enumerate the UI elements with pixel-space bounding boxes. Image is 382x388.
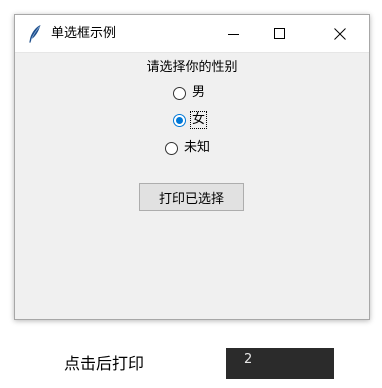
minimize-button[interactable]	[211, 15, 257, 52]
window-title: 单选框示例	[51, 26, 117, 41]
feather-icon	[29, 25, 41, 43]
radio-button[interactable]	[165, 141, 178, 155]
radio-option-female[interactable]: 女	[173, 111, 208, 129]
title-bar[interactable]: 单选框示例	[15, 15, 369, 53]
close-icon	[334, 27, 346, 40]
radio-option-unknown[interactable]: 未知	[165, 139, 212, 157]
minimize-icon	[228, 33, 239, 35]
output-value: 2	[244, 352, 253, 367]
caption-text: 点击后打印	[64, 354, 145, 373]
app-window: 单选框示例 请选择你的性别 男 女 未知 打印已选择	[14, 14, 370, 320]
output-console: 2	[226, 348, 334, 379]
maximize-icon	[274, 27, 285, 39]
radio-button-selected[interactable]	[173, 113, 186, 127]
radio-option-male[interactable]: 男	[173, 84, 207, 102]
maximize-button[interactable]	[257, 15, 303, 52]
gender-prompt: 请选择你的性别	[146, 60, 238, 75]
radio-label-female: 女	[190, 111, 208, 129]
radio-label-male: 男	[192, 85, 206, 100]
print-selected-button[interactable]: 打印已选择	[139, 183, 244, 211]
radio-button[interactable]	[173, 86, 186, 100]
form-area: 请选择你的性别 男 女 未知 打印已选择	[15, 53, 369, 319]
close-button[interactable]	[315, 15, 365, 52]
radio-label-unknown: 未知	[184, 140, 211, 155]
